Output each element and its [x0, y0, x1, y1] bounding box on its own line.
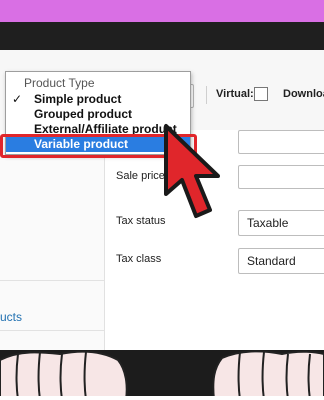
downloadable-label: Downloa [283, 88, 324, 100]
virtual-label: Virtual: [216, 88, 254, 100]
tab-divider [0, 330, 104, 331]
option-grouped-product[interactable]: Grouped product [6, 107, 190, 122]
background-band [0, 0, 324, 22]
tax-status-label: Tax status [116, 215, 166, 227]
tab-divider [0, 280, 104, 281]
sale-price-input[interactable] [238, 165, 324, 189]
monitor-bezel-top [0, 22, 324, 50]
option-simple-product[interactable]: ✓ Simple product [6, 92, 190, 107]
checkmark-icon: ✓ [12, 92, 23, 106]
regular-price-input[interactable] [238, 130, 324, 154]
option-label: Grouped product [34, 107, 132, 121]
virtual-checkbox[interactable] [254, 87, 268, 101]
tax-class-label: Tax class [116, 253, 162, 265]
tax-status-value: Taxable [247, 216, 289, 230]
red-arrow-cursor-icon [164, 124, 220, 218]
linked-products-tab[interactable]: ucts [0, 310, 22, 324]
dropdown-group-label: Product Type [24, 76, 95, 90]
header-separator [206, 86, 207, 104]
tax-status-select[interactable]: Taxable [238, 210, 324, 236]
product-data-tabs: ucts [0, 130, 105, 350]
tax-class-value: Standard [247, 254, 296, 268]
tax-class-select[interactable]: Standard [238, 248, 324, 274]
hands-illustration-icon [0, 350, 324, 400]
option-label: Simple product [34, 92, 122, 106]
